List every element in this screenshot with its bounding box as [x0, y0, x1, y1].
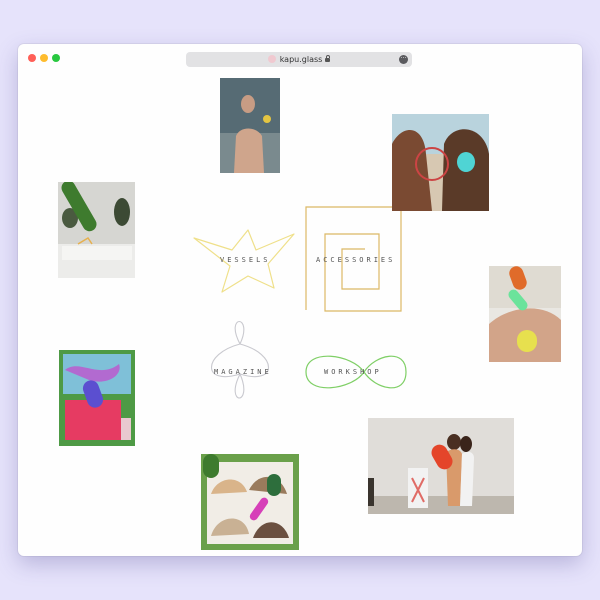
teal-blob — [457, 152, 475, 172]
hand-glass-photo[interactable] — [489, 266, 561, 362]
plant-room-photo[interactable] — [58, 182, 135, 278]
dark-green-blob — [267, 474, 281, 496]
browser-window: kapu.glass ··· VESSELS ACCESSORIES MAGAZ… — [18, 44, 582, 556]
gallery-photo[interactable] — [368, 418, 514, 514]
nav-workshop-link[interactable]: WORKSHOP — [324, 368, 382, 376]
clover-doodle — [211, 320, 269, 399]
hats-collage-photo[interactable] — [201, 454, 299, 550]
yellow-blob-2 — [517, 330, 537, 352]
nav-vessels-link[interactable]: VESSELS — [220, 256, 271, 264]
accessories-photo[interactable] — [392, 114, 489, 211]
nav-accessories-link[interactable]: ACCESSORIES — [316, 256, 395, 264]
green-blob-2 — [203, 454, 219, 478]
yellow-blob — [263, 115, 271, 123]
magazine-cover-photo[interactable] — [59, 350, 135, 446]
portrait-photo[interactable] — [220, 78, 280, 173]
nav-magazine-link[interactable]: MAGAZINE — [214, 368, 272, 376]
